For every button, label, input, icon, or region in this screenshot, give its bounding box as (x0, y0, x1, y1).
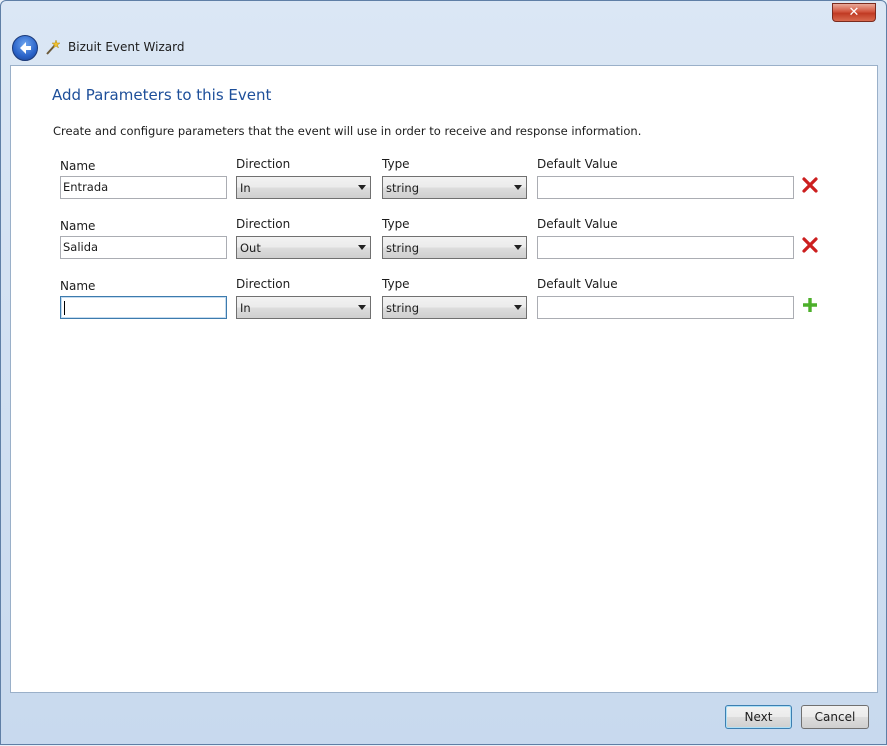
direction-label: Direction (236, 157, 291, 171)
add-icon[interactable] (801, 296, 819, 314)
parameter-row-new: Name Direction Type Default Value In str… (11, 276, 879, 336)
default-value-label: Default Value (537, 277, 618, 291)
chevron-down-icon (358, 185, 366, 190)
name-field[interactable]: Salida (60, 236, 227, 259)
default-value-label: Default Value (537, 217, 618, 231)
default-value-field[interactable] (537, 296, 794, 319)
text-caret (64, 301, 65, 315)
direction-label: Direction (236, 217, 291, 231)
type-select[interactable]: string (382, 176, 527, 199)
back-button[interactable] (12, 35, 38, 61)
type-select[interactable]: string (382, 296, 527, 319)
type-value: string (386, 181, 420, 195)
close-button[interactable]: ✕ (832, 3, 876, 22)
direction-value: Out (240, 241, 261, 255)
default-value-label: Default Value (537, 157, 618, 171)
default-value-field[interactable] (537, 236, 794, 259)
chevron-down-icon (358, 245, 366, 250)
chevron-down-icon (514, 305, 522, 310)
wizard-content: Add Parameters to this Event Create and … (10, 65, 878, 693)
name-label: Name (60, 279, 96, 293)
background-window-ghost (21, 1, 421, 11)
parameter-row: Name Direction Type Default Value Entrad… (11, 156, 879, 216)
parameter-row: Name Direction Type Default Value Salida… (11, 216, 879, 276)
type-label: Type (382, 217, 410, 231)
name-label: Name (60, 219, 96, 233)
direction-value: In (240, 301, 251, 315)
default-value-field[interactable] (537, 176, 794, 199)
window-title: Bizuit Event Wizard (68, 40, 185, 54)
direction-value: In (240, 181, 251, 195)
wand-icon (46, 39, 61, 55)
back-arrow-icon (20, 42, 31, 54)
direction-select[interactable]: In (236, 176, 371, 199)
direction-label: Direction (236, 277, 291, 291)
name-label: Name (60, 159, 96, 173)
direction-select[interactable]: In (236, 296, 371, 319)
chevron-down-icon (514, 245, 522, 250)
type-select[interactable]: string (382, 236, 527, 259)
wizard-footer: Next Cancel (1, 693, 887, 746)
name-field[interactable]: Entrada (60, 176, 227, 199)
direction-select[interactable]: Out (236, 236, 371, 259)
delete-icon[interactable] (801, 236, 819, 254)
close-icon: ✕ (848, 5, 860, 20)
type-label: Type (382, 157, 410, 171)
type-value: string (386, 241, 420, 255)
wizard-window: ✕ Bizuit Event Wizard Add Parameters to … (0, 0, 887, 745)
type-value: string (386, 301, 420, 315)
delete-icon[interactable] (801, 176, 819, 194)
chevron-down-icon (514, 185, 522, 190)
next-button[interactable]: Next (725, 705, 792, 729)
name-field[interactable] (60, 296, 227, 319)
page-description: Create and configure parameters that the… (53, 124, 642, 138)
page-title: Add Parameters to this Event (52, 86, 272, 104)
type-label: Type (382, 277, 410, 291)
cancel-button[interactable]: Cancel (801, 705, 869, 729)
chevron-down-icon (358, 305, 366, 310)
